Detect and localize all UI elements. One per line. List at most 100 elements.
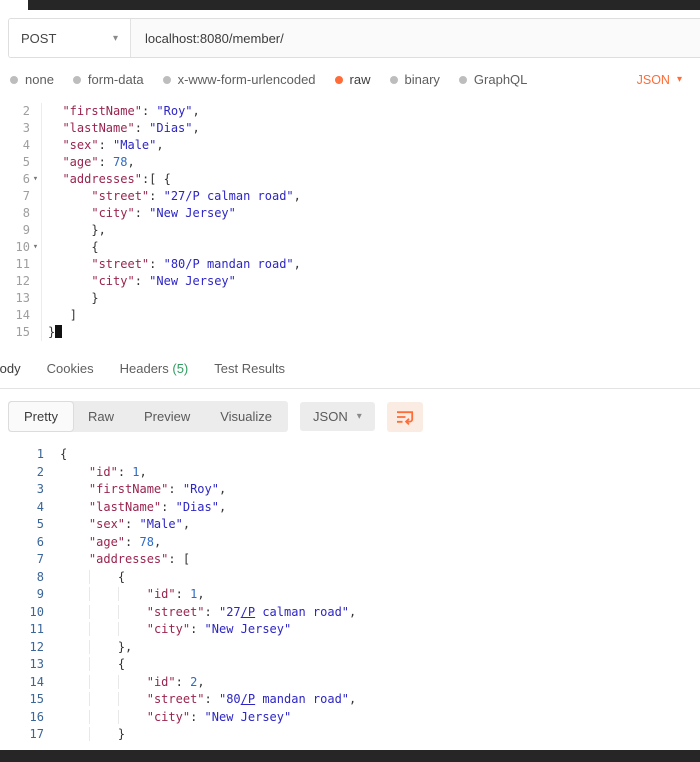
token-str: "Roy" (156, 104, 193, 118)
indent-guide (118, 622, 147, 636)
indent-guide (118, 692, 147, 706)
token-str: "Roy" (182, 482, 219, 496)
code-line: 4 "lastName": "Dias", (0, 499, 700, 517)
token-key: "addresses" (62, 172, 142, 186)
code-line: 7 "addresses": [ (0, 551, 700, 569)
token-key: "lastName" (88, 499, 162, 514)
line-number: 3 (22, 121, 30, 135)
raw-language-dropdown[interactable]: JSON ▾ (637, 73, 686, 87)
fold-gutter (44, 639, 60, 657)
headers-count-badge: (5) (168, 361, 189, 376)
token-pun: : (134, 274, 150, 288)
code-line: 6 "age": 78, (0, 534, 700, 552)
body-type-form-data[interactable]: form-data (72, 72, 144, 87)
token-pun: { (91, 240, 99, 254)
line-number: 7 (36, 552, 44, 566)
token-pun: : (149, 189, 164, 203)
code-line: 5 "sex": "Male", (0, 516, 700, 534)
token-pun: :[ { (141, 172, 171, 186)
fold-gutter (44, 534, 60, 552)
code-line: 12 }, (0, 639, 700, 657)
fold-arrow-icon[interactable]: ▾ (30, 239, 42, 256)
line-number: 15 (29, 692, 44, 706)
token-pun: }, (117, 639, 133, 654)
code-line: 4 "sex": "Male", (0, 137, 700, 154)
line-number: 16 (29, 709, 44, 724)
code-text: "city": "New Jersey" (60, 621, 292, 639)
token-key: "street" (146, 604, 205, 619)
chevron-down-icon: ▾ (676, 74, 682, 85)
indent-guide (60, 535, 89, 549)
token-key: "city" (146, 622, 191, 636)
line-number: 6 (36, 534, 44, 549)
radio-icon (334, 75, 343, 84)
method-dropdown[interactable]: POST ▾ (9, 19, 131, 57)
token-ws (48, 206, 91, 220)
radio-icon (72, 75, 81, 84)
indent-guide (60, 710, 89, 724)
line-number: 5 (36, 517, 44, 531)
radio-icon (389, 75, 398, 84)
body-type-binary[interactable]: binary (389, 72, 440, 87)
fold-arrow-icon[interactable]: ▾ (30, 171, 42, 188)
fold-gutter (30, 103, 42, 120)
token-key: "id" (146, 674, 176, 689)
code-line: 11 "street": "80/P mandan road", (0, 256, 700, 273)
token-ws (48, 138, 62, 152)
token-pun: : (190, 709, 205, 724)
view-mode-preview[interactable]: Preview (129, 402, 205, 431)
line-number: 12 (29, 639, 44, 654)
response-tab-cookies[interactable]: Cookies (47, 361, 94, 376)
body-type-graphql[interactable]: GraphQL (458, 72, 528, 87)
body-type-raw[interactable]: raw (334, 72, 371, 87)
token-ws (48, 104, 62, 118)
fold-gutter (44, 446, 60, 464)
fold-gutter (30, 188, 42, 205)
window-top-bar (28, 0, 700, 10)
chevron-down-icon: ▾ (356, 411, 362, 422)
line-number: 10 (15, 240, 30, 254)
token-str: "80 (218, 692, 241, 706)
response-tab-body[interactable]: Body (0, 361, 21, 376)
token-pun: , (293, 189, 301, 203)
url-input[interactable]: localhost:8080/member/ (131, 19, 700, 57)
token-key: "firstName" (62, 104, 142, 118)
view-mode-visualize[interactable]: Visualize (205, 402, 287, 431)
body-type-x-www-form-urlencoded[interactable]: x-www-form-urlencoded (162, 72, 316, 87)
token-pun: : (204, 604, 219, 619)
token-pun: , (218, 499, 227, 514)
code-text: "lastName": "Dias", (48, 120, 199, 137)
code-line: 5 "age": 78, (0, 154, 700, 171)
token-pun: : (168, 482, 183, 496)
token-str: "New Jersey" (149, 206, 236, 220)
wrap-lines-button[interactable] (386, 401, 423, 432)
token-pun: { (60, 447, 68, 461)
body-type-label: GraphQL (473, 72, 528, 87)
fold-gutter (30, 290, 42, 307)
token-key: "sex" (62, 138, 99, 152)
response-tab-label: Headers (119, 361, 169, 376)
token-pun: : (190, 622, 205, 636)
view-mode-raw[interactable]: Raw (73, 402, 129, 431)
token-ws (48, 172, 62, 186)
indent-guide (89, 710, 118, 724)
token-pun: } (91, 291, 99, 305)
response-tab-headers[interactable]: Headers (5) (120, 361, 189, 376)
token-str: mandan road" (255, 692, 350, 706)
code-text: "city": "New Jersey" (48, 205, 236, 222)
response-tab-test-results[interactable]: Test Results (214, 361, 285, 376)
token-key: "sex" (88, 517, 126, 531)
response-format-dropdown[interactable]: JSON ▾ (300, 402, 375, 431)
indent-guide (89, 622, 118, 636)
view-mode-pretty[interactable]: Pretty (9, 402, 73, 431)
line-number: 7 (22, 189, 30, 203)
line-number: 2 (36, 464, 44, 479)
token-key: "street" (91, 189, 150, 203)
line-number: 17 (29, 727, 44, 741)
body-type-none[interactable]: none (10, 72, 54, 87)
token-pun: : (98, 155, 114, 169)
token-ws (48, 274, 91, 288)
request-body-editor[interactable]: 2 "firstName": "Roy", 3 "lastName": "Dias… (0, 103, 700, 341)
code-text: "age": 78, (48, 154, 134, 171)
fold-gutter (44, 569, 60, 587)
